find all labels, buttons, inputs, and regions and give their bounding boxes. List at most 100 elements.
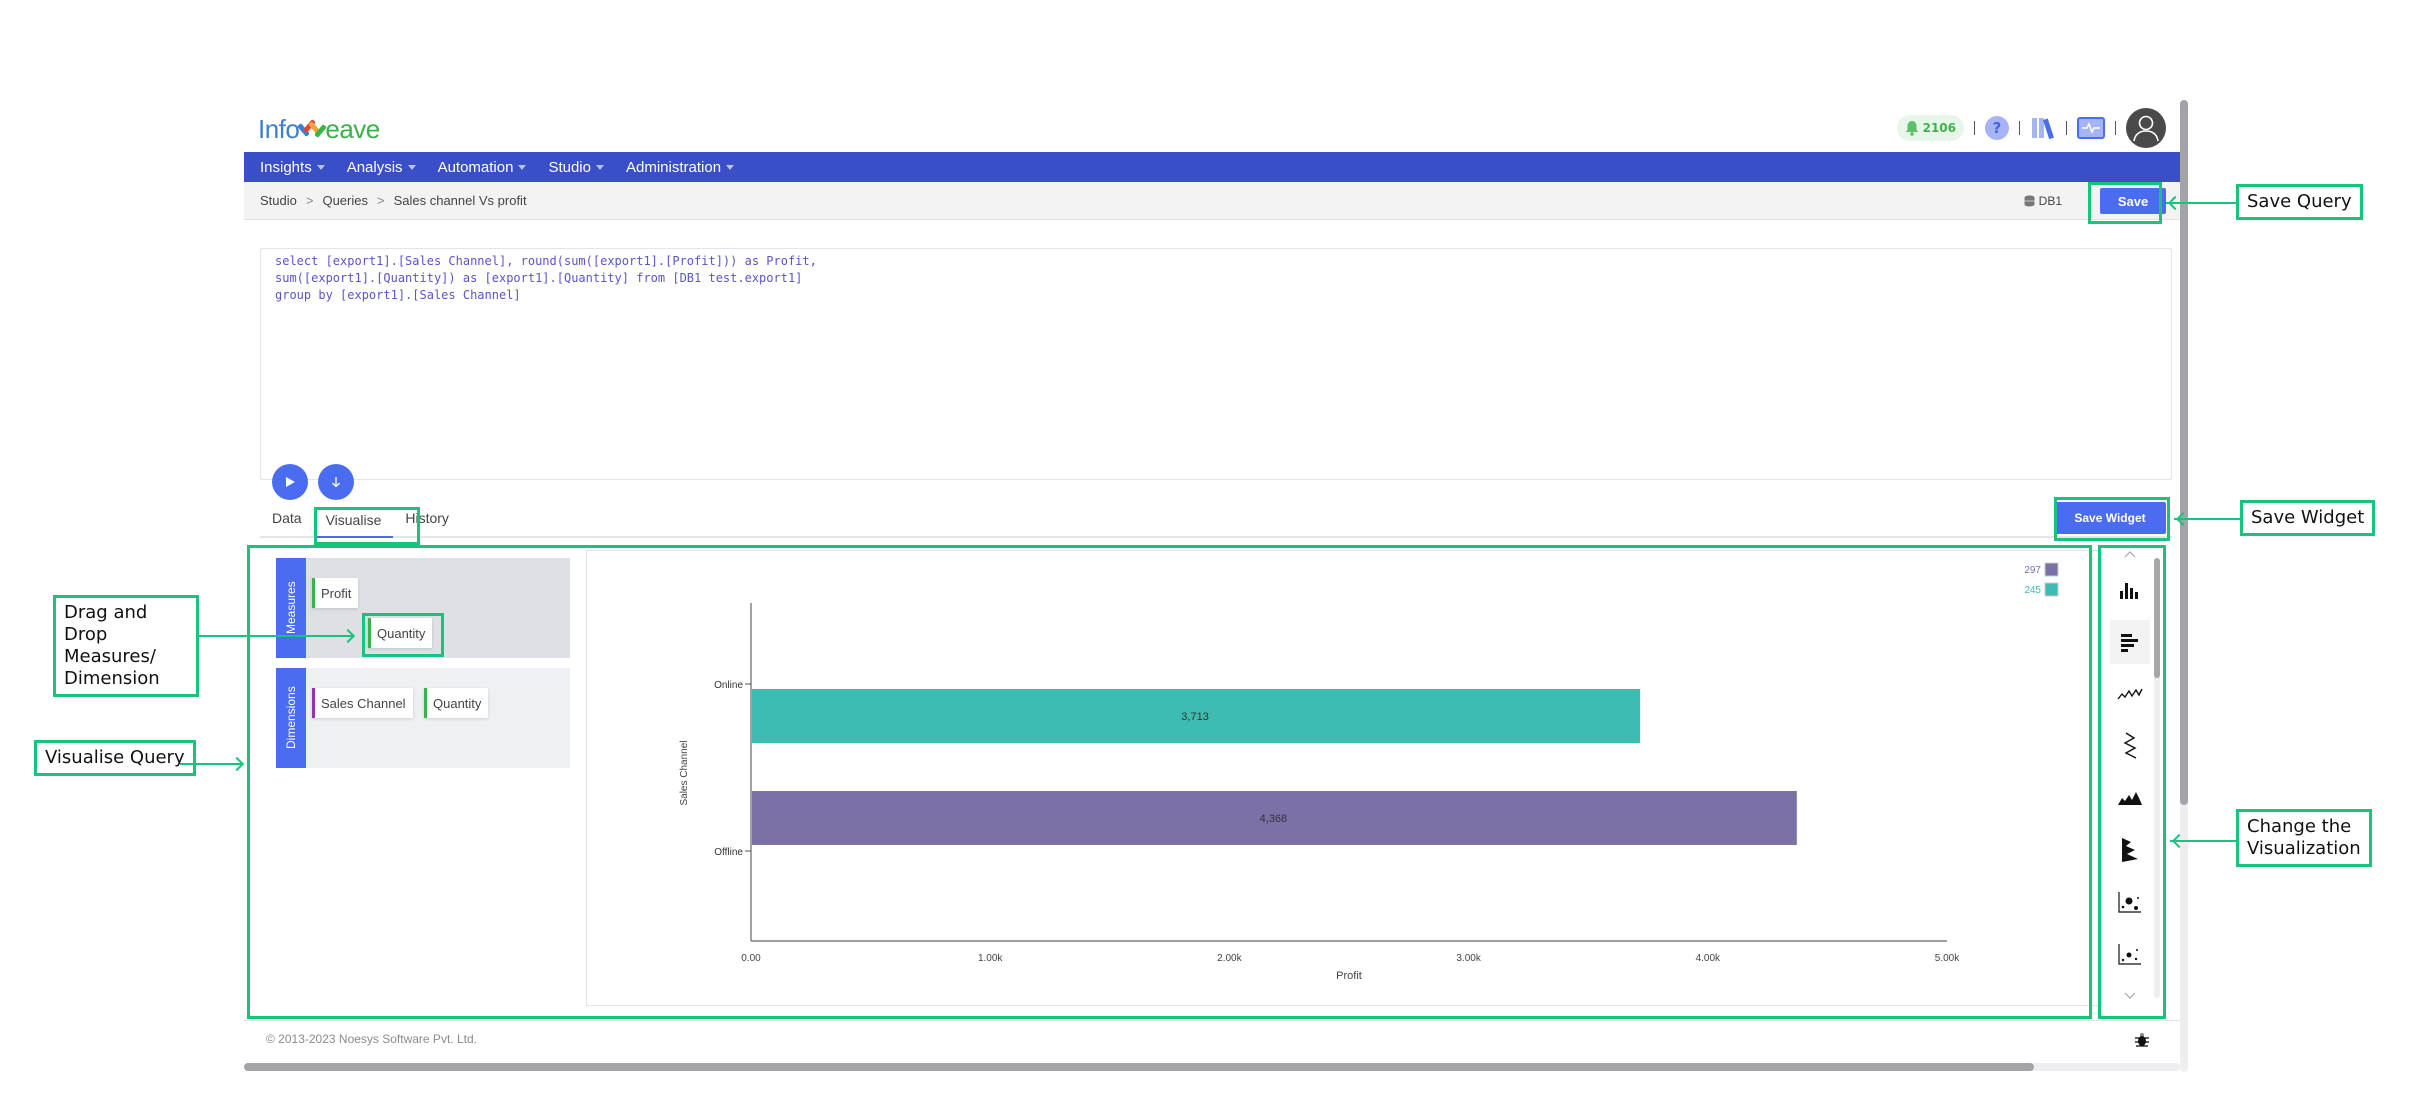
- nav-administration[interactable]: Administration: [626, 158, 735, 176]
- annotation-visualise-query: Visualise Query: [34, 740, 196, 776]
- annotation-save-widget: Save Widget: [2240, 500, 2376, 536]
- annotation-save-query: Save Query: [2236, 184, 2363, 220]
- notifications-count: 2106: [1922, 121, 1956, 135]
- viz-scatter[interactable]: [2110, 932, 2150, 976]
- dimension-chip-quantity[interactable]: Quantity: [424, 688, 489, 718]
- annotation-drag-drop: Drag and Drop Measures/ Dimension: [53, 595, 199, 697]
- caret-down-icon: [596, 164, 604, 170]
- nav-label: Administration: [626, 158, 722, 176]
- nav-label: Studio: [548, 158, 591, 176]
- viz-area[interactable]: [2110, 776, 2150, 820]
- annotation-text: Visualise Query: [45, 747, 185, 768]
- measure-chip-profit[interactable]: Profit: [312, 578, 359, 608]
- annotation-change-visualization: Change the Visualization: [2236, 809, 2372, 867]
- result-tabs: Data Visualise History: [260, 500, 2172, 538]
- logo-text-left: Info: [258, 114, 300, 144]
- x-tick-label: 3.00k: [1456, 953, 1481, 964]
- chevron-right-icon: >: [377, 193, 385, 208]
- breadcrumb: Studio > Queries > Sales channel Vs prof…: [244, 182, 2180, 220]
- dimension-chip-sales-channel[interactable]: Sales Channel: [312, 688, 413, 718]
- sql-code[interactable]: select [export1].[Sales Channel], round(…: [261, 249, 2171, 308]
- main-nav: Insights Analysis Automation Studio Admi…: [244, 152, 2180, 182]
- annotation-text: Dimension: [64, 668, 160, 689]
- connector-line: [199, 635, 353, 637]
- annotation-text: Change the: [2247, 816, 2352, 837]
- page-horizontal-scrollbar[interactable]: [244, 1063, 2180, 1071]
- chevron-down-icon[interactable]: [2124, 992, 2136, 1000]
- viz-vertical-line[interactable]: [2110, 724, 2150, 768]
- save-query-button[interactable]: Save: [2100, 188, 2166, 214]
- viz-horizontal-bar[interactable]: [2110, 620, 2150, 664]
- breadcrumb-queries[interactable]: Queries: [322, 193, 368, 208]
- tab-data[interactable]: Data: [260, 510, 314, 536]
- notifications-button[interactable]: 2106: [1896, 115, 1964, 141]
- viz-horizontal-area[interactable]: [2110, 828, 2150, 872]
- divider: [1974, 121, 1975, 135]
- nav-studio[interactable]: Studio: [548, 159, 604, 176]
- nav-analysis[interactable]: Analysis: [347, 159, 416, 176]
- x-tick-label: 2.00k: [1217, 953, 1242, 964]
- chart-bars: 3,713 4,368: [752, 689, 1797, 845]
- viz-vertical-bar[interactable]: [2110, 568, 2150, 612]
- user-icon: [2133, 115, 2159, 142]
- user-avatar[interactable]: [2126, 108, 2166, 148]
- app-window: Info eave 2106 ? Insights Analysis Autom…: [244, 100, 2180, 1075]
- visualization-picker: [2106, 544, 2162, 1010]
- library-icon[interactable]: [2030, 115, 2056, 141]
- code-line: sum([export1].[Quantity]) as [export1].[…: [275, 271, 803, 285]
- database-selector[interactable]: DB1: [2024, 194, 2062, 208]
- page-vertical-scrollbar[interactable]: [2180, 100, 2188, 1072]
- divider: [2066, 121, 2067, 135]
- x-tick-label: 5.00k: [1935, 953, 1960, 964]
- sql-editor[interactable]: select [export1].[Sales Channel], round(…: [260, 248, 2172, 480]
- measure-chip-quantity[interactable]: Quantity: [368, 618, 433, 648]
- y-tick-label: Online: [714, 680, 743, 691]
- horizontal-scrollbar-thumb[interactable]: [244, 1063, 2034, 1071]
- tab-history[interactable]: History: [393, 510, 461, 536]
- help-icon: ?: [1992, 119, 2002, 137]
- nav-label: Analysis: [346, 158, 403, 176]
- bug-report-icon[interactable]: [2134, 1031, 2150, 1047]
- tab-visualise[interactable]: Visualise: [313, 512, 394, 538]
- vertical-scrollbar-thumb[interactable]: [2180, 100, 2188, 805]
- header-actions: 2106 ?: [1896, 108, 2166, 148]
- vertical-line-chart-icon: [2123, 732, 2137, 759]
- y-axis-title: Sales Channel: [679, 740, 690, 805]
- save-widget-button[interactable]: Save Widget: [2054, 502, 2166, 534]
- viz-scrollbar[interactable]: [2154, 558, 2160, 998]
- nav-insights[interactable]: Insights: [260, 159, 325, 176]
- help-button[interactable]: ?: [1985, 116, 2009, 140]
- bell-icon: [1905, 121, 1918, 136]
- copyright-text: © 2013-2023 Noesys Software Pvt. Ltd.: [266, 1031, 477, 1046]
- annotation-text: Visualization: [2247, 838, 2361, 859]
- footer: © 2013-2023 Noesys Software Pvt. Ltd.: [244, 1020, 2180, 1056]
- nav-label: Automation: [437, 158, 514, 176]
- caret-down-icon: [518, 164, 527, 170]
- dimensions-drop-zone[interactable]: Dimensions Sales Channel Quantity: [276, 668, 570, 768]
- run-query-button[interactable]: [272, 464, 308, 500]
- chart-legend: 297 245: [2024, 562, 2059, 597]
- field-drop-zones: Measures Profit Quantity Dimensions Sale…: [276, 558, 570, 778]
- arrow-right-icon: [229, 756, 245, 772]
- monitor-icon[interactable]: [2077, 117, 2105, 139]
- infoveave-logo[interactable]: Info eave: [258, 114, 380, 145]
- divider: [2019, 121, 2020, 135]
- nav-automation[interactable]: Automation: [438, 159, 527, 176]
- logo-mark-icon: [297, 117, 328, 141]
- top-bar: Info eave 2106 ?: [244, 100, 2180, 152]
- viz-scrollbar-thumb[interactable]: [2154, 558, 2160, 678]
- horizontal-bar-chart-icon: [2121, 634, 2138, 652]
- horizontal-area-chart-icon: [2122, 838, 2138, 862]
- measures-drop-zone[interactable]: Measures Profit Quantity: [276, 558, 570, 658]
- viz-bubble[interactable]: [2110, 880, 2150, 924]
- chevron-up-icon[interactable]: [2124, 550, 2136, 558]
- database-name: DB1: [2038, 194, 2062, 208]
- bar-chart: 297 245 3,713 4,368 0.00 1.00k 2.00k 3.00k 4.0…: [679, 562, 2059, 982]
- viz-line[interactable]: [2110, 672, 2150, 716]
- x-tick-label: 0.00: [741, 953, 761, 964]
- area-chart-icon: [2118, 792, 2142, 805]
- download-button[interactable]: [318, 464, 354, 500]
- annotation-text: Save Query: [2247, 191, 2352, 212]
- breadcrumb-studio[interactable]: Studio: [260, 193, 297, 208]
- legend-swatch: [2044, 562, 2059, 577]
